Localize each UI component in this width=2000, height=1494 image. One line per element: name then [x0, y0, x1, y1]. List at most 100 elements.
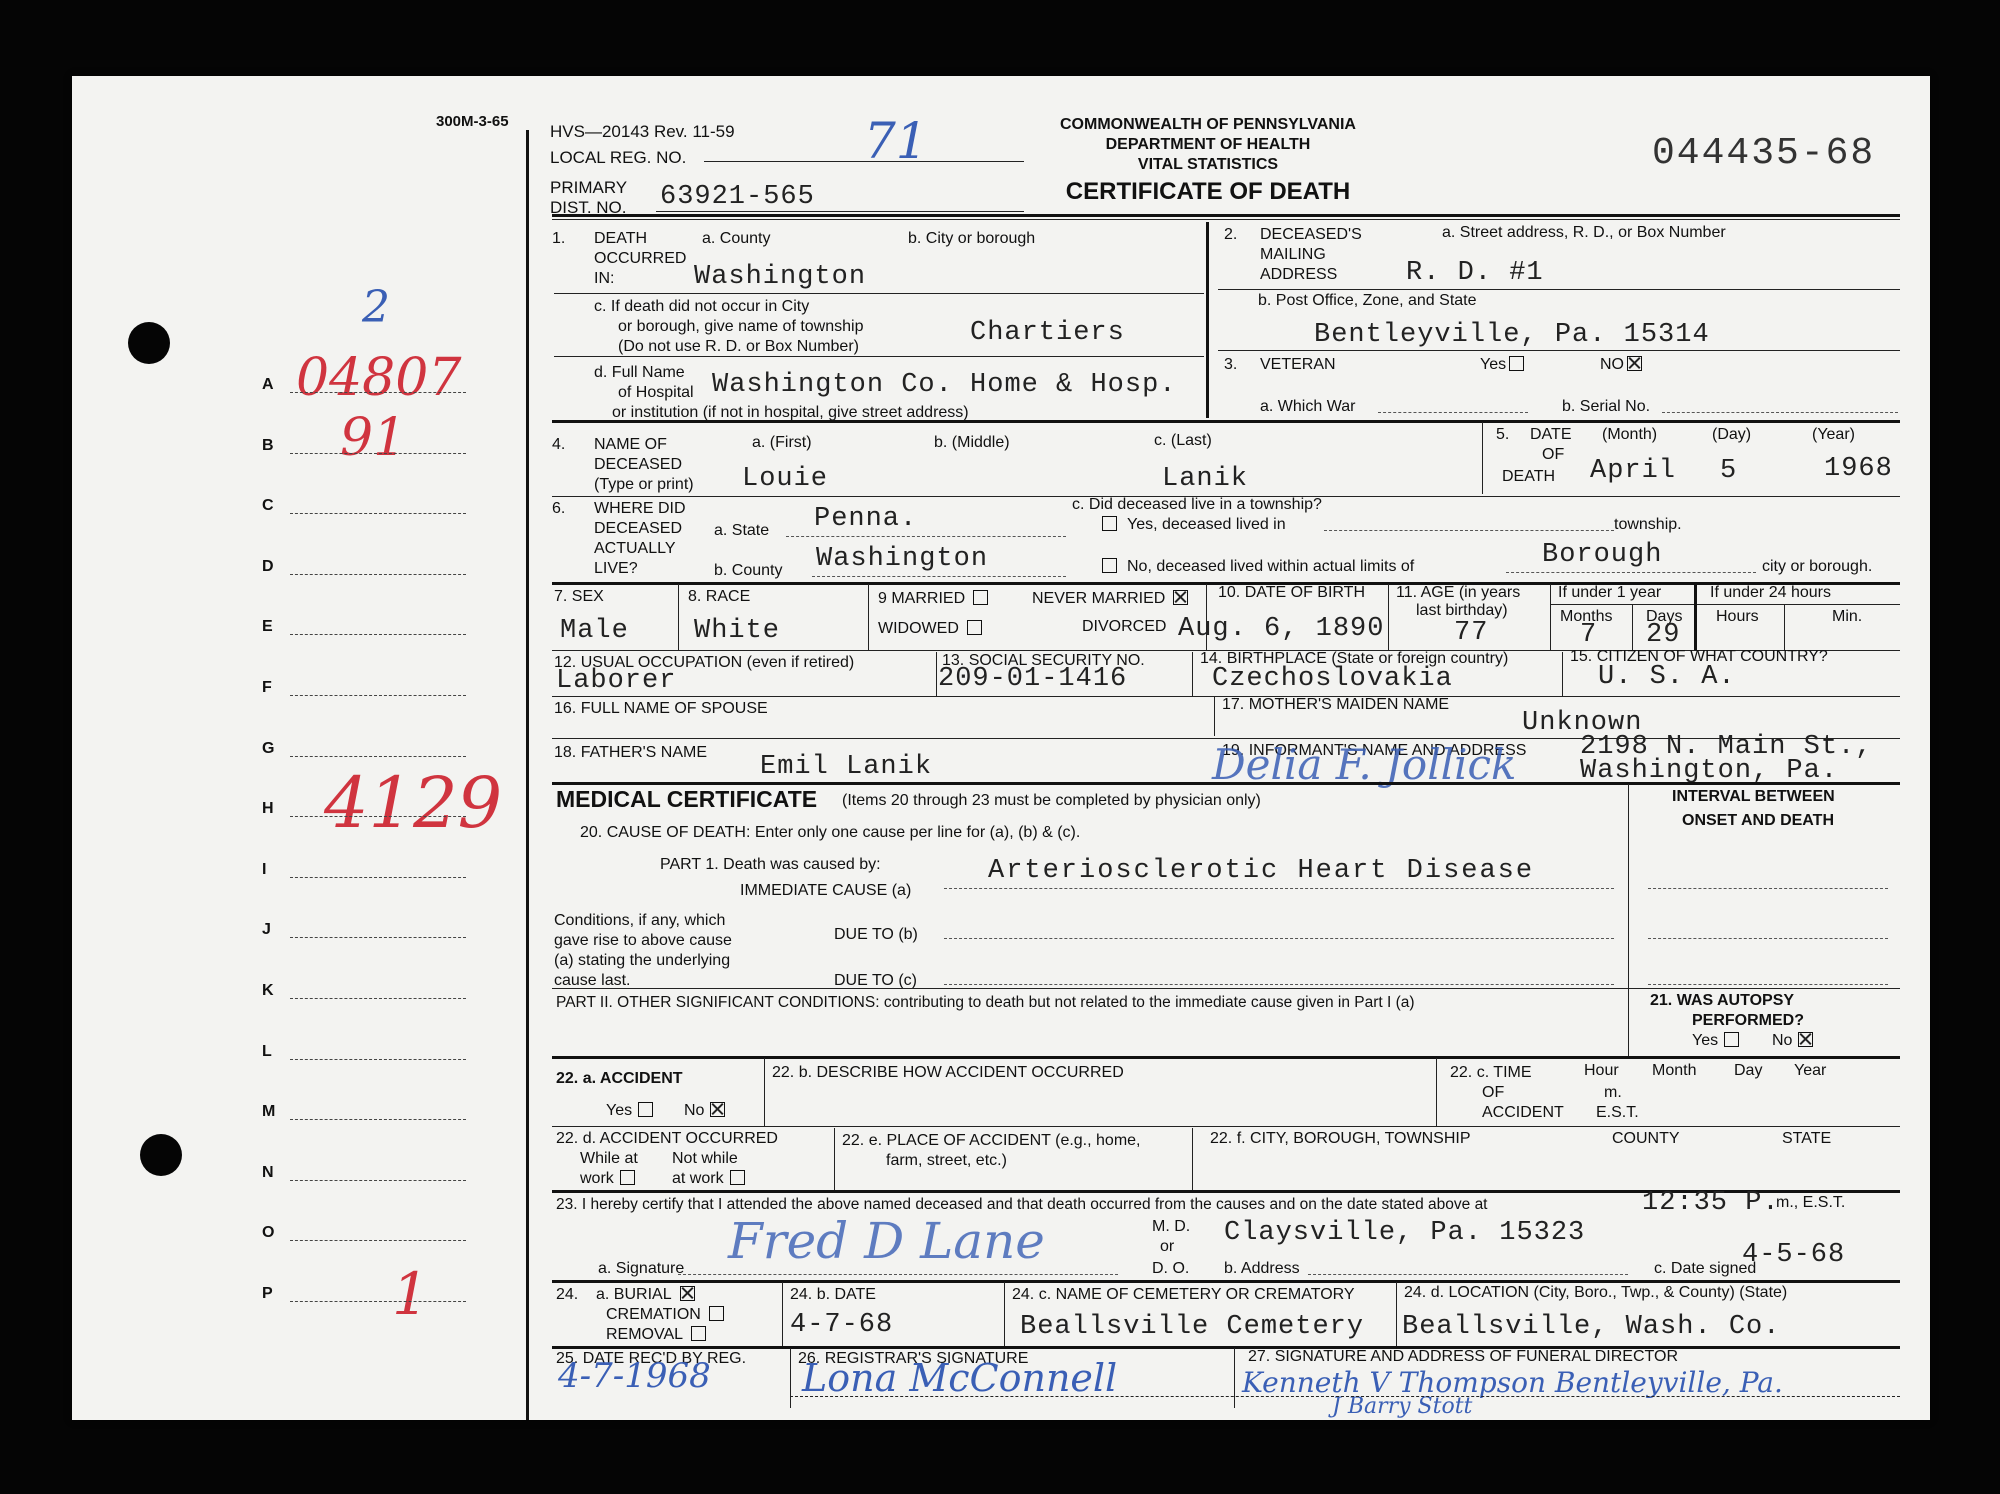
social-security-number: 209-01-1416 [938, 664, 1128, 694]
local-reg-label: LOCAL REG. NO. [550, 148, 687, 167]
punch-hole-bottom [140, 1134, 182, 1176]
margin-letter-k: K [262, 982, 274, 999]
primary-label: PRIMARY [550, 178, 628, 197]
agency-line-3: VITAL STATISTICS [1137, 156, 1279, 173]
veteran-yes-checkbox[interactable] [1509, 356, 1525, 371]
local-reg-value: 71 [864, 112, 928, 170]
margin-letter-m: M [262, 1103, 276, 1120]
residence-state: Penna. [814, 504, 918, 534]
margin-line-h [290, 816, 466, 817]
hand-mark-b: 91 [340, 408, 407, 468]
township-yes-checkbox[interactable] [1102, 516, 1117, 531]
certificate-number: 044435-68 [1652, 132, 1876, 175]
margin-letter-i: I [262, 861, 267, 878]
residence-county: Washington [816, 544, 989, 574]
occupation: Laborer [556, 666, 677, 696]
accident-no-checkbox[interactable] [710, 1102, 726, 1117]
margin-line-p [290, 1301, 466, 1302]
death-day: 5 [1720, 456, 1738, 486]
mailing-post-office: Bentleyville, Pa. 15314 [1314, 320, 1710, 350]
margin-letter-n: N [262, 1164, 274, 1181]
margin-line-n [290, 1180, 466, 1181]
margin-letter-f: F [262, 679, 272, 696]
funeral-director-signature: Kenneth V Thompson Bentleyville, Pa. [1242, 1366, 1783, 1399]
margin-line-k [290, 998, 466, 999]
mailing-street: R. D. #1 [1406, 258, 1544, 288]
hand-mark-p: 1 [392, 1260, 429, 1328]
margin-line-o [290, 1240, 466, 1241]
while-at-work-checkbox[interactable] [619, 1170, 635, 1185]
citizenship: U. S. A. [1598, 662, 1736, 692]
margin-divider [526, 130, 529, 1420]
accident-yes-checkbox[interactable] [638, 1102, 654, 1117]
not-at-work-checkbox[interactable] [729, 1170, 745, 1185]
margin-line-b [290, 453, 466, 454]
immediate-cause: Arteriosclerotic Heart Disease [988, 856, 1535, 886]
first-name: Louie [742, 464, 829, 494]
widowed-checkbox[interactable] [966, 620, 982, 635]
age-months: 7 [1580, 620, 1598, 650]
margin-line-m [290, 1119, 466, 1120]
certificate-title: CERTIFICATE OF DEATH [1065, 178, 1351, 205]
margin-letter-d: D [262, 558, 274, 575]
margin-letter-a: A [262, 376, 274, 393]
registrar-signature: Lona McConnell [802, 1356, 1118, 1400]
autopsy-yes-checkbox[interactable] [1724, 1032, 1740, 1047]
death-county: Washington [694, 262, 867, 292]
never-married-checkbox[interactable] [1173, 590, 1189, 605]
age-days: 29 [1646, 620, 1681, 650]
death-certificate: 300M-3-65 2 04807 91 4129 1 A B C D E F G H I J K L… [72, 76, 1930, 1420]
margin-line-j [290, 937, 466, 938]
margin-letter-e: E [262, 618, 273, 635]
physician-address: Claysville, Pa. 15323 [1224, 1218, 1586, 1248]
death-year: 1968 [1824, 454, 1893, 484]
margin-letter-g: G [262, 740, 275, 757]
birth-date: Aug. 6, 1890 [1178, 614, 1385, 644]
hand-mark-2: 2 [362, 282, 390, 333]
hospital-name: Washington Co. Home & Hosp. [712, 370, 1177, 400]
burial-date: 4-7-68 [790, 1310, 894, 1340]
cemetery-name: Beallsville Cemetery [1020, 1312, 1365, 1342]
margin-line-g [290, 756, 466, 757]
margin-line-c [290, 513, 466, 514]
margin-letter-b: B [262, 437, 274, 454]
date-signed: 4-5-68 [1742, 1240, 1846, 1270]
physician-signature: Fred D Lane [728, 1212, 1045, 1270]
margin-letter-o: O [262, 1224, 275, 1241]
age-years: 77 [1454, 618, 1489, 648]
margin-letter-j: J [262, 921, 271, 938]
veteran-no-checkbox[interactable] [1627, 356, 1642, 371]
margin-line-d [290, 574, 466, 575]
margin-line-a [290, 392, 466, 393]
dist-value: 63921-565 [660, 182, 815, 212]
removal-checkbox[interactable] [691, 1326, 707, 1341]
birthplace: Czechoslovakia [1212, 664, 1453, 694]
margin-letter-h: H [262, 800, 274, 817]
race-value: White [694, 616, 781, 646]
margin-letter-l: L [262, 1043, 272, 1060]
funeral-director-assistant: J Barry Stott [1332, 1394, 1473, 1419]
residence-borough: Borough [1542, 540, 1663, 570]
burial-checkbox[interactable] [679, 1286, 695, 1301]
form-code: 300M-3-65 [436, 113, 509, 130]
form-id: HVS—20143 Rev. 11-59 [550, 122, 735, 141]
margin-line-e [290, 634, 466, 635]
cremation-checkbox[interactable] [708, 1306, 724, 1321]
cemetery-location: Beallsville, Wash. Co. [1402, 1312, 1781, 1342]
township-no-checkbox[interactable] [1102, 558, 1117, 573]
married-checkbox[interactable] [973, 590, 989, 605]
death-time: 12:35 P. [1642, 1188, 1780, 1218]
margin-line-l [290, 1059, 466, 1060]
hand-mark-h: 4129 [324, 762, 503, 844]
hand-mark-a: 04807 [296, 348, 462, 408]
autopsy-no-checkbox[interactable] [1798, 1032, 1814, 1047]
death-township: Chartiers [970, 318, 1125, 348]
date-received: 4-7-1968 [558, 1356, 711, 1396]
agency-line-1: COMMONWEALTH OF PENNSYLVANIA [1060, 116, 1356, 133]
death-month: April [1590, 456, 1677, 486]
margin-letter-p: P [262, 1285, 273, 1302]
father-name: Emil Lanik [760, 752, 933, 782]
margin-letter-c: C [262, 497, 274, 514]
sex-value: Male [560, 616, 629, 646]
margin-line-f [290, 695, 466, 696]
